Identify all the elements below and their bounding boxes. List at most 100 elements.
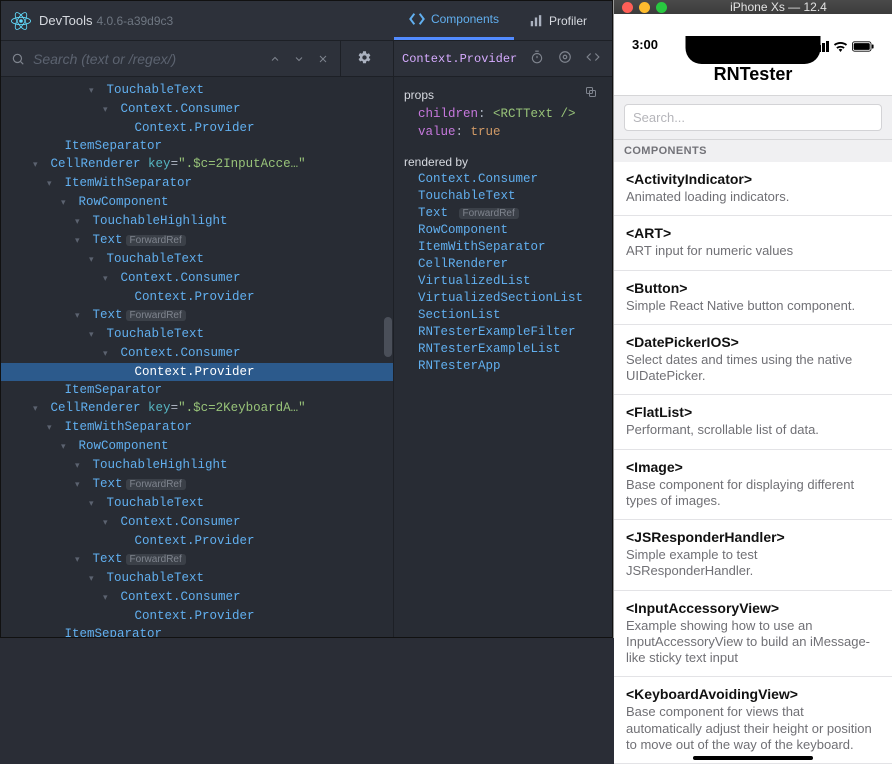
home-indicator[interactable] [693,756,813,760]
tree-node[interactable]: Context.Provider [1,607,393,625]
tree-node[interactable]: TouchableHighlight [1,212,393,231]
scrollbar-thumb[interactable] [384,317,392,357]
minimize-window-button[interactable] [639,2,650,13]
settings-button[interactable] [353,48,375,70]
caret-down-icon[interactable] [75,475,85,494]
tree-node[interactable]: TouchableText [1,325,393,344]
search-icon[interactable] [7,48,29,70]
caret-down-icon[interactable] [75,212,85,231]
list-item[interactable]: <FlatList>Performant, scrollable list of… [614,395,892,449]
rendered-by-link[interactable]: Text ForwardRef [418,205,602,222]
search-prev-button[interactable] [264,48,286,70]
caret-down-icon[interactable] [33,155,43,174]
rendered-by-link[interactable]: SectionList [418,307,602,324]
tree-node[interactable]: TouchableText [1,250,393,269]
caret-down-icon[interactable] [103,100,113,119]
list-item[interactable]: <ActivityIndicator>Animated loading indi… [614,162,892,216]
list-item[interactable]: <DatePickerIOS>Select dates and times us… [614,325,892,396]
forwardref-badge: ForwardRef [126,479,186,490]
list-item[interactable]: <InputAccessoryView>Example showing how … [614,591,892,678]
tree-node[interactable]: Context.Consumer [1,269,393,288]
list-item[interactable]: <Button>Simple React Native button compo… [614,271,892,325]
list-item[interactable]: <ART>ART input for numeric values [614,216,892,270]
stopwatch-icon [530,50,544,68]
tree-node[interactable]: ItemWithSeparator [1,418,393,437]
tree-node[interactable]: TextForwardRef [1,475,393,494]
caret-down-icon[interactable] [61,193,71,212]
example-search-input[interactable] [624,104,882,131]
tree-node[interactable]: TouchableText [1,569,393,588]
tree-node[interactable]: TextForwardRef [1,550,393,569]
search-input[interactable] [33,51,264,67]
rendered-by-link[interactable]: RowComponent [418,222,602,239]
caret-down-icon[interactable] [103,344,113,363]
caret-down-icon[interactable] [33,399,43,418]
view-source-button[interactable] [582,48,604,70]
tree-node[interactable]: ItemSeparator [1,625,393,637]
tree-node[interactable]: Context.Provider [1,288,393,306]
tree-node[interactable]: ItemWithSeparator [1,174,393,193]
caret-down-icon[interactable] [89,250,99,269]
caret-down-icon[interactable] [103,513,113,532]
caret-down-icon[interactable] [89,569,99,588]
search-next-button[interactable] [288,48,310,70]
caret-down-icon[interactable] [61,437,71,456]
tree-node[interactable]: Context.Provider [1,119,393,137]
list-item-title: <KeyboardAvoidingView> [626,686,880,702]
suspense-toggle-button[interactable] [526,48,548,70]
rendered-by-link[interactable]: ItemWithSeparator [418,239,602,256]
tree-node[interactable]: Context.Consumer [1,344,393,363]
rendered-by-link[interactable]: RNTesterExampleList [418,341,602,358]
caret-down-icon[interactable] [47,418,57,437]
tree-node[interactable]: CellRenderer key=".$c=2InputAcce…" [1,155,393,174]
list-item[interactable]: <Image>Base component for displaying dif… [614,450,892,521]
caret-down-icon[interactable] [89,325,99,344]
close-window-button[interactable] [622,2,633,13]
caret-down-icon[interactable] [89,494,99,513]
tab-components[interactable]: Components [394,1,514,40]
inspect-dom-button[interactable] [554,48,576,70]
tree-node[interactable]: TouchableText [1,494,393,513]
caret-down-icon[interactable] [89,81,99,100]
caret-down-icon[interactable] [75,231,85,250]
forwardref-badge: ForwardRef [126,310,186,321]
list-item[interactable]: <KeyboardAvoidingView>Base component for… [614,677,892,764]
tab-profiler[interactable]: Profiler [514,1,602,40]
tree-node[interactable]: TouchableHighlight [1,456,393,475]
tree-node[interactable]: ItemSeparator [1,137,393,155]
tree-node[interactable]: Context.Provider [1,363,393,381]
caret-down-icon[interactable] [75,456,85,475]
tree-node[interactable]: Context.Provider [1,532,393,550]
rendered-by-link[interactable]: CellRenderer [418,256,602,273]
copy-props-button[interactable] [580,83,602,105]
wifi-icon [833,40,848,52]
caret-down-icon[interactable] [103,588,113,607]
caret-down-icon[interactable] [75,306,85,325]
tree-node[interactable]: TextForwardRef [1,306,393,325]
tree-node[interactable]: CellRenderer key=".$c=2KeyboardA…" [1,399,393,418]
search-clear-button[interactable] [312,48,334,70]
tree-node[interactable]: TouchableText [1,81,393,100]
rendered-by-link[interactable]: TouchableText [418,188,602,205]
list-item[interactable]: <JSResponderHandler>Simple example to te… [614,520,892,591]
example-list[interactable]: <ActivityIndicator>Animated loading indi… [614,162,892,764]
tree-node[interactable]: Context.Consumer [1,100,393,119]
tree-node[interactable]: RowComponent [1,193,393,212]
rendered-by-link[interactable]: VirtualizedList [418,273,602,290]
rendered-by-link[interactable]: RNTesterApp [418,358,602,375]
caret-down-icon[interactable] [47,174,57,193]
rendered-by-link[interactable]: Context.Consumer [418,171,602,188]
caret-down-icon[interactable] [103,269,113,288]
tree-node[interactable]: ItemSeparator [1,381,393,399]
tree-node[interactable]: RowComponent [1,437,393,456]
simulator-titlebar[interactable]: iPhone Xs — 12.4 [614,0,892,14]
rendered-by-link[interactable]: VirtualizedSectionList [418,290,602,307]
tree-node[interactable]: Context.Consumer [1,588,393,607]
tree-node[interactable]: Context.Consumer [1,513,393,532]
rendered-by-link[interactable]: RNTesterExampleFilter [418,324,602,341]
component-tree[interactable]: TouchableText Context.Consumer Context.P… [1,77,393,637]
tree-node[interactable]: TextForwardRef [1,231,393,250]
devtools-tree-pane: TouchableText Context.Consumer Context.P… [1,41,394,637]
caret-down-icon[interactable] [75,550,85,569]
zoom-window-button[interactable] [656,2,667,13]
